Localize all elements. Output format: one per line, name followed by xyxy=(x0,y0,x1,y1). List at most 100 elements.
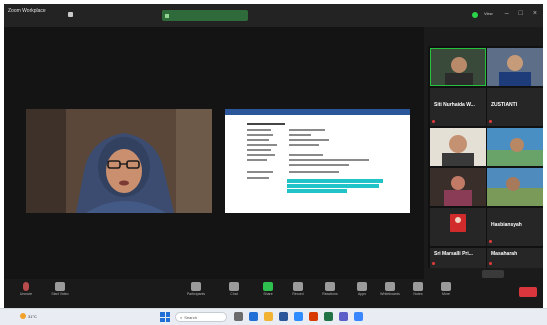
reactions-button[interactable]: Reactions xyxy=(318,282,342,296)
toolbar-label: Chat xyxy=(230,292,238,296)
whiteboards-button[interactable]: Whiteboards xyxy=(378,282,402,296)
muted-icon xyxy=(432,120,435,123)
toolbar-label: Participants xyxy=(186,292,206,296)
more-icon xyxy=(441,282,451,291)
participant-display-name: Sri Marsalli Pri... xyxy=(434,251,473,257)
participant-display-name: ZUSTIANTI xyxy=(491,102,518,108)
title-bar: Zoom Workplace View – □ × xyxy=(4,4,543,27)
toolbar-label: Unmute xyxy=(19,292,33,296)
muted-icon xyxy=(489,120,492,123)
share-button[interactable]: Share xyxy=(256,282,280,296)
edge-icon[interactable] xyxy=(249,312,258,321)
unmute-button[interactable]: Unmute xyxy=(14,282,38,296)
end-button[interactable] xyxy=(519,287,537,297)
os-taskbar: 31°C ⌕ Search xyxy=(0,308,547,325)
apps-icon xyxy=(357,282,367,291)
window-controls: – □ × xyxy=(505,10,537,17)
toolbar-label: More xyxy=(442,292,450,296)
toolbar-label: Start Video xyxy=(51,292,69,296)
search-input[interactable]: ⌕ Search xyxy=(175,312,227,322)
speaker-video[interactable] xyxy=(26,109,212,213)
file-explorer-icon[interactable] xyxy=(264,312,273,321)
muted-icon xyxy=(432,262,435,265)
security-indicator[interactable] xyxy=(68,12,75,17)
minimize-icon[interactable]: – xyxy=(505,10,509,17)
participant-tile[interactable] xyxy=(430,168,486,206)
participant-display-name: Masaharah xyxy=(491,251,518,257)
doc-text-line xyxy=(289,171,339,173)
apps-button[interactable]: Apps xyxy=(350,282,374,296)
document-ribbon xyxy=(225,109,410,115)
participant-tile[interactable] xyxy=(430,128,486,166)
participant-video xyxy=(487,128,543,166)
microphone-icon xyxy=(23,282,29,291)
doc-text-line xyxy=(247,134,273,136)
chat-icon xyxy=(229,282,239,291)
more-button[interactable]: More xyxy=(434,282,458,296)
participant-tile[interactable]: Siti Nurhaida W... xyxy=(430,88,486,126)
gallery-page-button[interactable] xyxy=(482,270,504,278)
zoom-icon[interactable] xyxy=(294,312,303,321)
weather-temp: 31°C xyxy=(28,313,37,319)
participants-icon xyxy=(191,282,201,291)
participant-tile[interactable] xyxy=(487,128,543,166)
doc-text-line xyxy=(247,177,269,179)
toolbar-label: Reactions xyxy=(322,292,338,296)
doc-text-line xyxy=(289,164,349,166)
participant-tile[interactable] xyxy=(430,208,486,246)
participant-tile[interactable] xyxy=(430,48,486,86)
avatar xyxy=(450,214,466,232)
participant-video xyxy=(487,168,543,206)
doc-text-line xyxy=(289,154,323,156)
toolbar-label: Whiteboards xyxy=(380,292,400,296)
doc-text-line xyxy=(289,134,311,136)
participant-tile[interactable]: Sri Marsalli Pri... xyxy=(430,248,486,268)
participant-name xyxy=(489,261,493,266)
word-icon[interactable] xyxy=(279,312,288,321)
highlighted-text xyxy=(287,179,383,183)
participants-button[interactable]: Participants xyxy=(184,282,208,296)
excel-icon[interactable] xyxy=(324,312,333,321)
highlighted-text xyxy=(287,189,347,193)
start-video-button[interactable]: Start Video xyxy=(48,282,72,296)
doc-text-line xyxy=(247,129,271,131)
teams-icon[interactable] xyxy=(339,312,348,321)
close-icon[interactable]: × xyxy=(533,10,537,17)
app-name: Zoom Workplace xyxy=(8,8,46,14)
participant-tile[interactable]: Masaharah xyxy=(487,248,543,268)
highlighted-text xyxy=(287,184,379,188)
reactions-icon xyxy=(325,282,335,291)
muted-icon xyxy=(489,262,492,265)
participant-name xyxy=(489,119,493,124)
toolbar-label: Apps xyxy=(358,292,366,296)
screen-share-icon xyxy=(165,13,169,18)
record-icon xyxy=(293,282,303,291)
participant-video xyxy=(487,48,543,86)
task-view-icon[interactable] xyxy=(234,312,243,321)
powerpoint-icon[interactable] xyxy=(309,312,318,321)
participant-display-name: Siti Nurhaida W... xyxy=(434,102,475,108)
shared-document[interactable] xyxy=(225,109,410,213)
maximize-icon[interactable]: □ xyxy=(519,10,523,17)
participant-tile[interactable]: Hasbiansyah xyxy=(487,208,543,246)
notes-button[interactable]: Notes xyxy=(406,282,430,296)
sun-icon xyxy=(20,313,26,319)
participant-tile[interactable] xyxy=(487,48,543,86)
muted-icon xyxy=(489,240,492,243)
view-button[interactable]: View xyxy=(484,11,493,16)
chat-button[interactable]: Chat xyxy=(222,282,246,296)
share-indicator[interactable] xyxy=(162,10,248,21)
doc-text-line xyxy=(289,139,329,141)
doc-text-line xyxy=(289,144,319,146)
doc-text-line xyxy=(247,159,267,161)
participant-tile[interactable] xyxy=(487,168,543,206)
start-icon[interactable] xyxy=(160,312,170,322)
share-screen-icon xyxy=(263,282,273,291)
record-button[interactable]: Record xyxy=(286,282,310,296)
zoom-window: Zoom Workplace View – □ × Siti Nurhaida … xyxy=(4,4,543,308)
status-dot-icon xyxy=(472,12,478,18)
weather-widget[interactable]: 31°C xyxy=(20,313,37,319)
participant-display-name: Hasbiansyah xyxy=(491,222,522,228)
participant-tile[interactable]: ZUSTIANTI xyxy=(487,88,543,126)
chrome-icon[interactable] xyxy=(354,312,363,321)
